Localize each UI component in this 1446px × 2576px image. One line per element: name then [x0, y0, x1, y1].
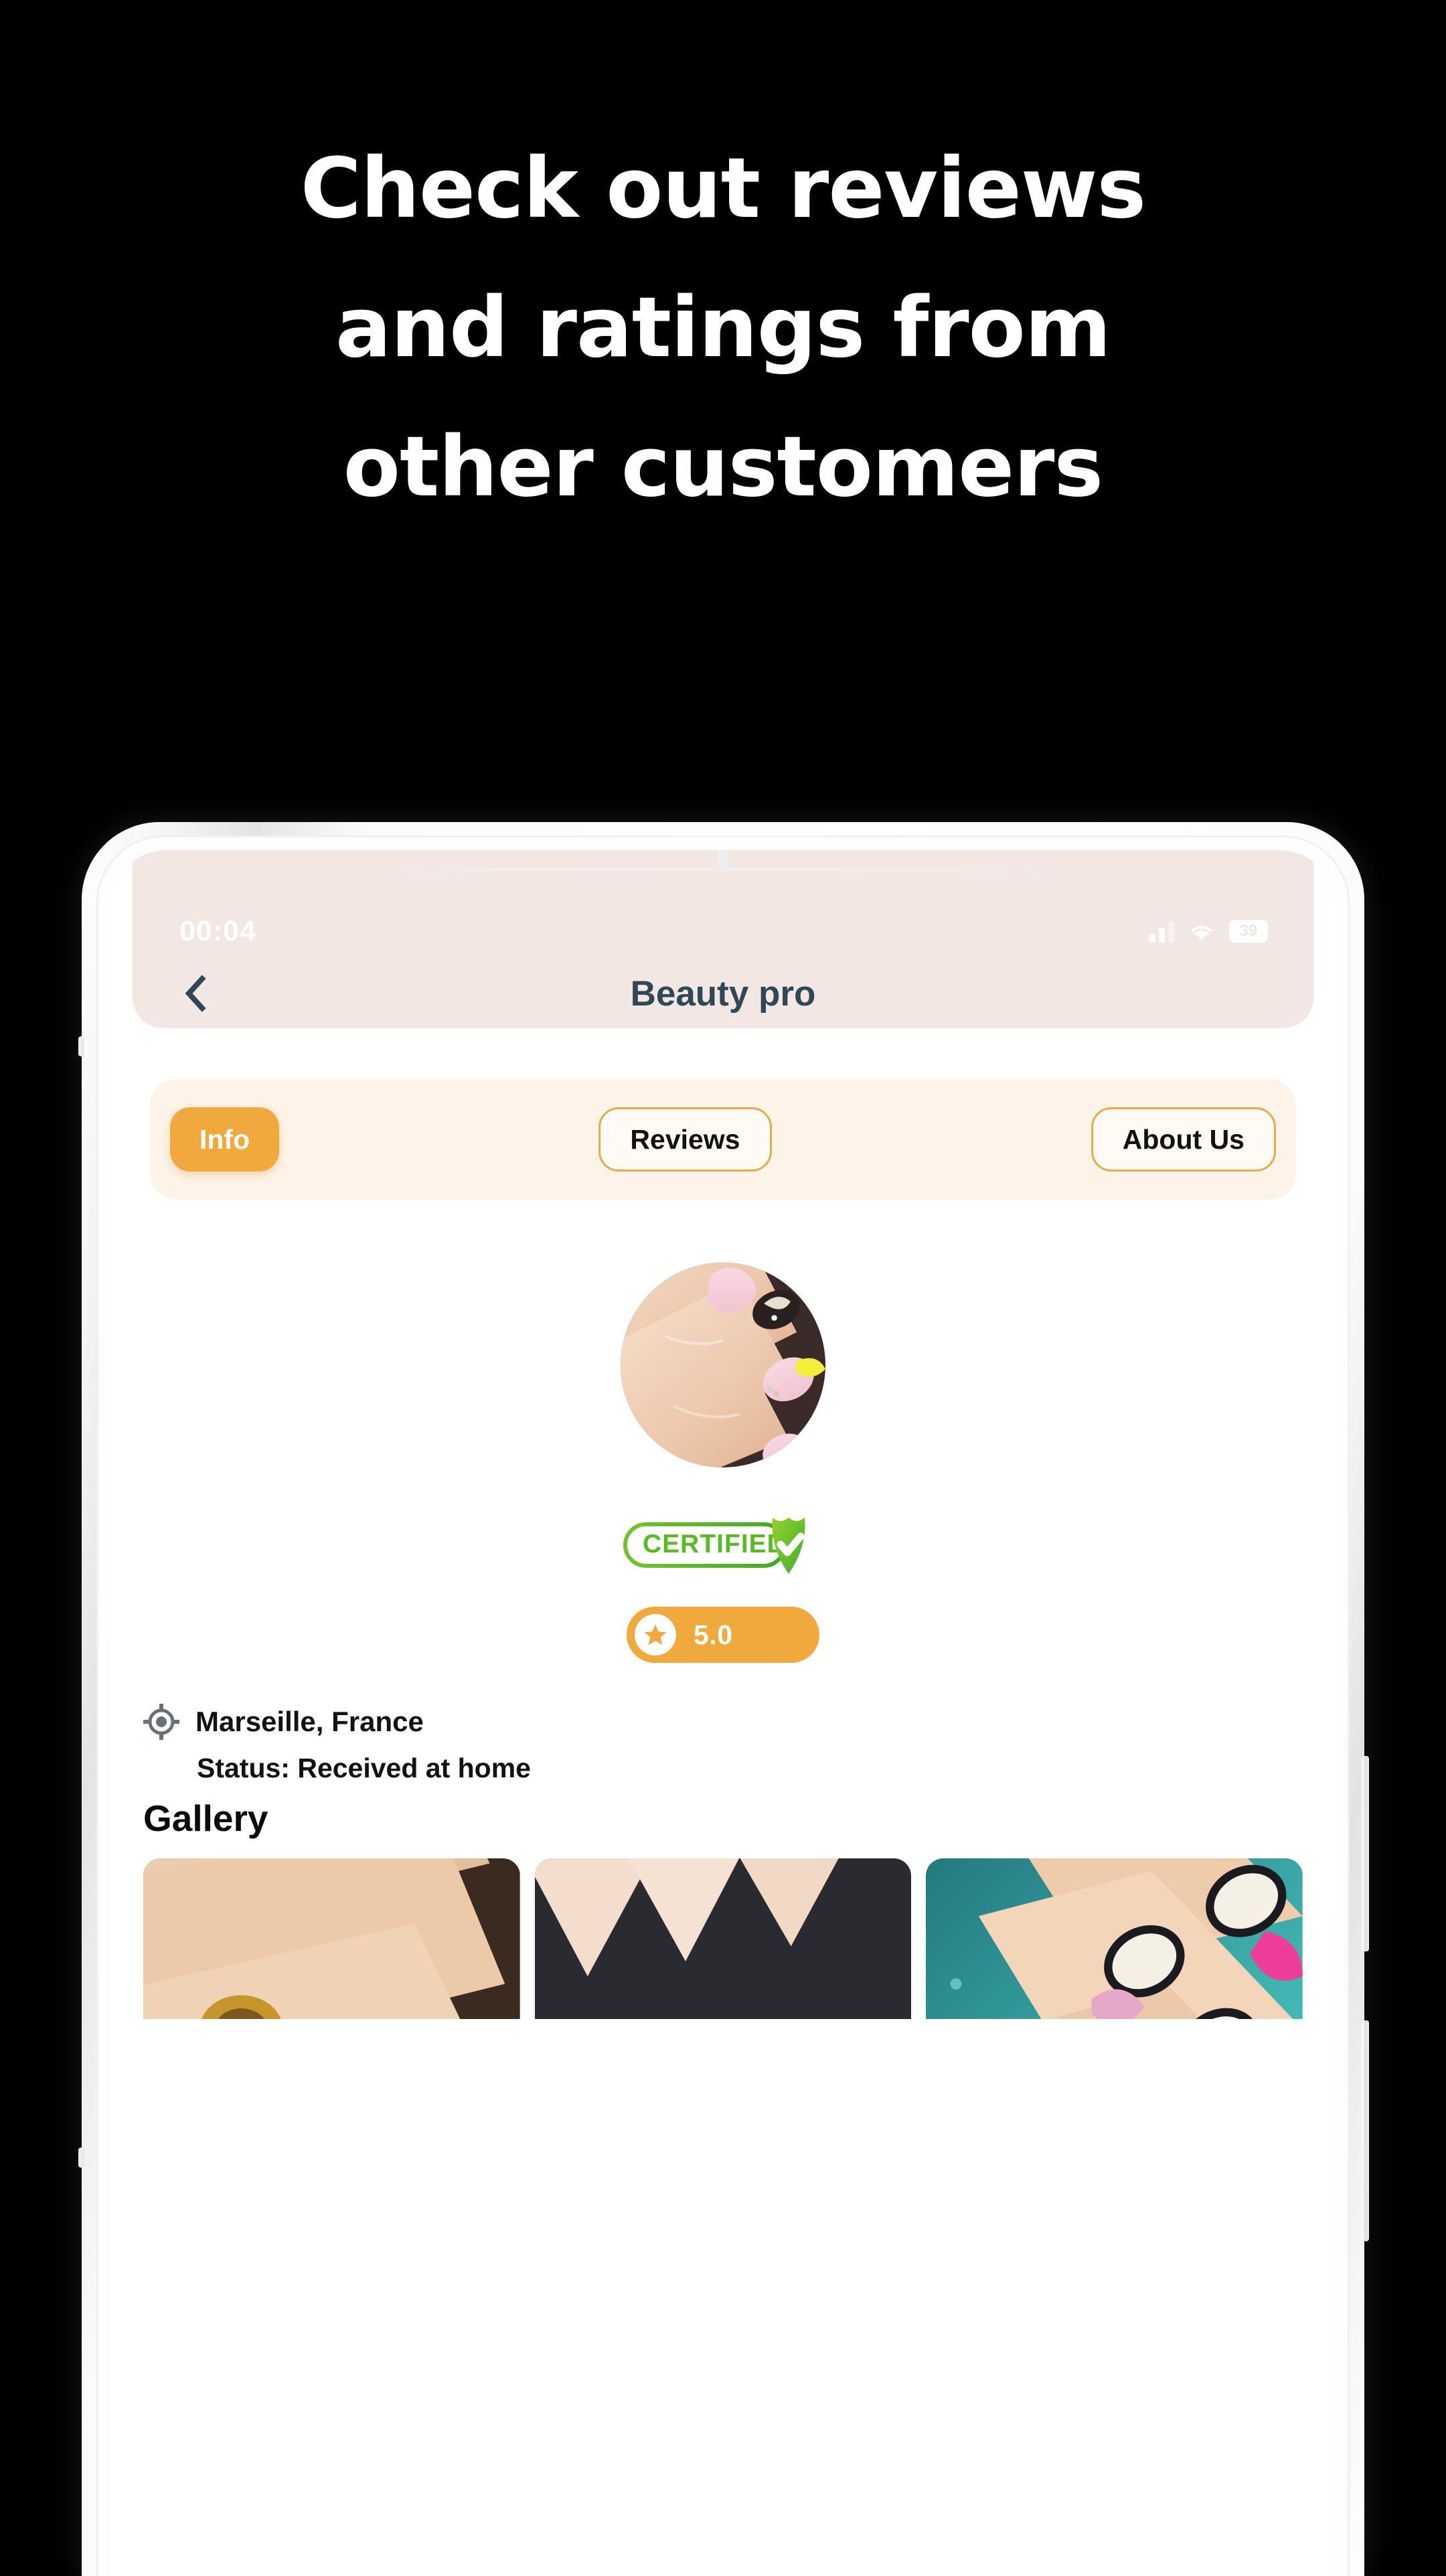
headline-line-2: and ratings from	[335, 280, 1111, 376]
notch-marker	[718, 850, 728, 870]
app-content: 00:04 39 Beauty pro Info Reviews About U…	[111, 850, 1335, 2576]
battery-level: 39	[1239, 922, 1258, 940]
phone-left-button-bottom[interactable]	[78, 2148, 84, 2168]
tab-bar: Info Reviews About Us	[150, 1079, 1296, 1200]
star-icon-circle	[635, 1614, 676, 1656]
phone-left-button-top[interactable]	[78, 1036, 84, 1056]
crosshair-location-icon	[143, 1704, 179, 1740]
location-row: Marseille, France	[143, 1704, 424, 1740]
nail-art-avatar-image	[621, 1263, 825, 1467]
gallery-item-2[interactable]	[534, 1858, 912, 2019]
chevron-left-icon	[185, 975, 206, 1012]
tab-about-us[interactable]: About Us	[1091, 1107, 1276, 1172]
wifi-icon	[1191, 925, 1212, 941]
phone-mockup: 00:04 39 Beauty pro Info Reviews About U…	[78, 822, 1369, 2576]
gallery-grid	[143, 1858, 1303, 2019]
avatar[interactable]	[621, 1263, 825, 1467]
tab-reviews[interactable]: Reviews	[598, 1107, 772, 1172]
status-bar: 00:04 39	[133, 910, 1313, 952]
headline-line-3: other customers	[343, 419, 1103, 515]
gallery-item-1[interactable]	[143, 1858, 520, 2019]
gallery-item-3[interactable]	[926, 1858, 1303, 2019]
promo-headline: Check out reviews and ratings from other…	[0, 119, 1446, 537]
phone-power-button[interactable]	[1362, 2020, 1369, 2241]
back-button[interactable]	[167, 965, 224, 1022]
tab-info[interactable]: Info	[170, 1107, 280, 1172]
battery-icon: 39	[1229, 920, 1268, 943]
signal-bars-icon	[1149, 922, 1174, 943]
order-status-text: Status: Received at home	[197, 1753, 531, 1783]
star-icon	[644, 1624, 667, 1645]
location-text: Marseille, France	[195, 1706, 424, 1737]
certified-badge: CERTIFIED	[623, 1510, 823, 1582]
app-bar: Beauty pro	[133, 959, 1313, 1028]
page-title: Beauty pro	[630, 973, 816, 1014]
phone-screen: 00:04 39 Beauty pro Info Reviews About U…	[111, 850, 1335, 2576]
certified-badge-graphic: CERTIFIED	[623, 1518, 805, 1574]
hand-with-gold-ring-image	[143, 1858, 520, 2019]
header-card: 00:04 39 Beauty pro	[133, 850, 1313, 1028]
cartoon-nails-teal-glitter-image	[926, 1858, 1303, 2019]
certified-label: CERTIFIED	[643, 1530, 787, 1558]
status-icon-group: 39	[1149, 920, 1268, 943]
neon-drip-nails-image	[534, 1858, 912, 2019]
headline-line-1: Check out reviews	[300, 141, 1146, 237]
phone-volume-button[interactable]	[1362, 1756, 1369, 1951]
rating-value: 5.0	[694, 1619, 733, 1650]
rating-badge: 5.0	[627, 1607, 819, 1663]
status-time: 00:04	[179, 914, 256, 947]
gallery-heading: Gallery	[143, 1797, 268, 1839]
